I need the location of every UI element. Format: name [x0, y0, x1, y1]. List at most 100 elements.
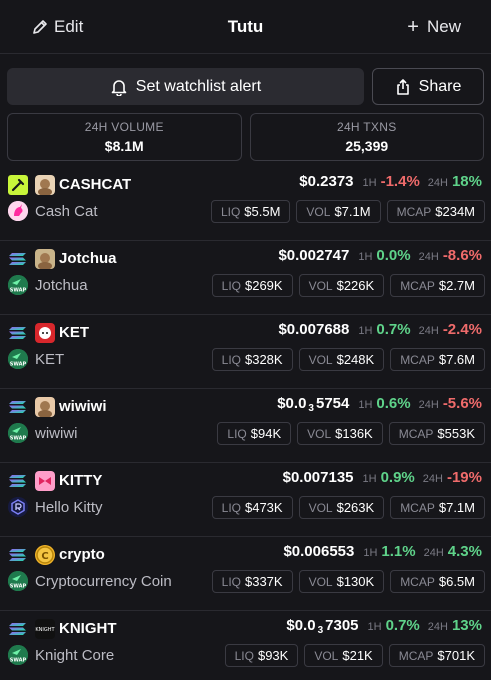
vol-value: $226K [336, 278, 375, 293]
liq-label: LIQ [234, 648, 254, 663]
vol-label: VOL [307, 426, 332, 441]
svg-text:SWAP: SWAP [10, 436, 27, 442]
liq-pill: LIQ $5.5M [210, 200, 291, 223]
token-symbol: KNIGHT [59, 620, 117, 637]
liq-label: LIQ [221, 352, 241, 367]
solana-icon [9, 253, 26, 265]
share-button[interactable]: Share [372, 68, 484, 105]
token-row[interactable]: SWAP KET KET $0.007688 1H 0.7% 24H -2.4% LIQ $328… [0, 315, 491, 389]
token-avatar-icon [35, 323, 55, 343]
label-24h: 24H [427, 621, 448, 633]
token-pills: LIQ $5.5M VOL $7.1M MCAP $234M [210, 200, 485, 223]
token-symbol: crypto [59, 546, 105, 563]
swap-icon: SWAP [8, 645, 28, 665]
liq-pill: LIQ $337K [211, 570, 293, 593]
token-avatar-icon: KNIGHT [35, 619, 55, 639]
mcap-pill: MCAP $701K [388, 644, 485, 667]
vol-pill: VOL $263K [298, 496, 385, 519]
solana-icon [9, 623, 26, 635]
token-price: $0.2373 [299, 173, 354, 190]
liq-pill: LIQ $94K [217, 422, 292, 445]
label-24h: 24H [418, 251, 439, 263]
label-24h: 24H [422, 473, 443, 485]
vol-pill: VOL $248K [298, 348, 385, 371]
vol-value: $21K [342, 648, 373, 663]
mcap-pill: MCAP $234M [386, 200, 485, 223]
mcap-pill: MCAP $553K [388, 422, 485, 445]
txns-value: 25,399 [345, 138, 389, 154]
token-name: Hello Kitty [35, 499, 103, 516]
change-1h: 0.7% [385, 617, 420, 634]
token-avatar-icon [35, 249, 55, 269]
token-row[interactable]: SWAP KNIGHT KNIGHT Knight Core $0.0 3 7305 1H 0.… [0, 611, 491, 680]
change-24h: -2.4% [442, 321, 482, 338]
token-name: Cash Cat [35, 203, 98, 220]
set-watchlist-alert-button[interactable]: Set watchlist alert [7, 68, 364, 105]
token-row[interactable]: SWAP Ccrypto Cryptocurrency Coin $0.006553 1… [0, 537, 491, 611]
label-1h: 1H [367, 621, 382, 633]
token-price: $0.007688 [278, 321, 350, 338]
token-metrics: $0.007135 1H 0.9% 24H -19% [283, 469, 482, 486]
vol-label: VOL [306, 204, 331, 219]
solana-icon [9, 475, 26, 487]
token-row[interactable]: CASHCAT Cash Cat $0.2373 1H -1.4% 24H 18% LIQ $5… [0, 167, 491, 241]
token-row[interactable]: SWAP Jotchua Jotchua $0.002747 1H 0.0% 24H -8.6… [0, 241, 491, 315]
new-button[interactable]: + New [407, 17, 461, 37]
token-symbol: KET [59, 324, 89, 341]
label-24h: 24H [418, 325, 439, 337]
svg-text:C: C [41, 551, 48, 562]
mcap-value: $7.1M [438, 500, 475, 515]
svg-text:SWAP: SWAP [10, 658, 27, 664]
liq-pill: LIQ $473K [211, 496, 293, 519]
liq-label: LIQ [220, 204, 241, 219]
change-24h: -8.6% [442, 247, 482, 264]
label-1h: 1H [363, 547, 378, 559]
token-pills: LIQ $473K VOL $263K MCAP $7.1M [211, 496, 485, 519]
mcap-value: $7.6M [438, 352, 475, 367]
liq-value: $5.5M [244, 204, 281, 219]
token-price: $0.0 3 7305 [286, 617, 359, 636]
vol-label: VOL [308, 574, 333, 589]
mcap-pill: MCAP $7.1M [390, 496, 485, 519]
token-name: Cryptocurrency Coin [35, 573, 172, 590]
liq-value: $94K [250, 426, 282, 441]
token-name: KET [35, 351, 65, 368]
liq-value: $93K [257, 648, 289, 663]
label-1h: 1H [358, 251, 373, 263]
token-pills: LIQ $269K VOL $226K MCAP $2.7M [211, 274, 485, 297]
mcap-label: MCAP [398, 648, 434, 663]
mcap-pill: MCAP $7.6M [390, 348, 485, 371]
vol-label: VOL [314, 648, 339, 663]
solana-icon [9, 549, 26, 561]
edit-button[interactable]: Edit [32, 17, 83, 37]
token-metrics: $0.002747 1H 0.0% 24H -8.6% [278, 247, 482, 264]
pencil-icon [33, 19, 47, 34]
mcap-label: MCAP [400, 500, 435, 515]
liq-value: $328K [244, 352, 283, 367]
liq-label: LIQ [227, 426, 247, 441]
label-1h: 1H [358, 325, 373, 337]
swap-icon: SWAP [8, 349, 28, 369]
swap-icon: SWAP [8, 275, 28, 295]
vol-value: $248K [336, 352, 375, 367]
vol-pill: VOL $226K [298, 274, 385, 297]
mcap-value: $234M [435, 204, 475, 219]
svg-text:SWAP: SWAP [10, 584, 27, 590]
token-pills: LIQ $93K VOL $21K MCAP $701K [224, 644, 485, 667]
liq-value: $337K [244, 574, 283, 589]
mcap-value: $6.5M [438, 574, 475, 589]
unicorn-icon [8, 201, 28, 221]
swap-icon: SWAP [8, 423, 28, 443]
token-row[interactable]: SWAP wiwiwi wiwiwi $0.0 3 5754 1H 0.6% 24H -5.6% L… [0, 389, 491, 463]
token-symbol: Jotchua [59, 250, 117, 267]
label-1h: 1H [362, 177, 377, 189]
liq-value: $473K [244, 500, 283, 515]
change-1h: 0.7% [376, 321, 411, 338]
token-price: $0.002747 [278, 247, 350, 264]
change-24h: 13% [451, 617, 482, 634]
token-row[interactable]: KITTY Hello Kitty $0.007135 1H 0.9% 24H -19% LI… [0, 463, 491, 537]
mcap-value: $2.7M [438, 278, 475, 293]
token-name: wiwiwi [35, 425, 78, 442]
svg-text:SWAP: SWAP [10, 288, 27, 294]
txns-label: 24H TXNS [336, 120, 397, 134]
